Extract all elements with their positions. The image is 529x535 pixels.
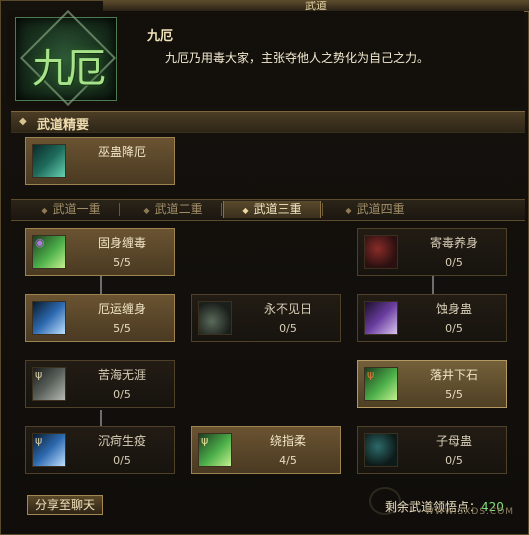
skill-node[interactable]: ψ 绕指柔 4/5: [191, 426, 341, 474]
skill-node[interactable]: ψ 落井下石 5/5: [357, 360, 507, 408]
skill-node[interactable]: 永不见日 0/5: [191, 294, 341, 342]
tab-bullet-icon: ◆: [345, 206, 352, 215]
skill-level: 0/5: [445, 454, 463, 467]
skill-level: 0/5: [445, 322, 463, 335]
essence-section-label: 武道精要: [37, 118, 90, 133]
share-to-chat-button[interactable]: 分享至聊天: [27, 495, 103, 515]
dark-shadow-icon: [198, 301, 232, 335]
skill-level: 4/5: [279, 454, 297, 467]
green-hand-icon: ψ: [364, 367, 398, 401]
tab-tier-3[interactable]: ◆ 武道三重: [223, 201, 321, 218]
school-name: 九厄: [147, 29, 174, 44]
skill-node[interactable]: ◉ 固身缠毒 5/5: [25, 228, 175, 276]
tab-tier-1[interactable]: ◆ 武道一重: [23, 201, 119, 218]
skill-name: 蚀身蛊: [435, 302, 472, 316]
skill-level: 0/5: [113, 454, 131, 467]
bullet-icon: ◆: [19, 116, 27, 127]
skill-connector: [100, 410, 102, 426]
tab-tier-4[interactable]: ◆ 武道四重: [327, 201, 423, 218]
green-spirit-icon: [32, 144, 66, 178]
skill-level: 0/5: [113, 388, 131, 401]
gray-claw-icon: ψ: [32, 367, 66, 401]
purple-gauntlet-icon: [364, 301, 398, 335]
skill-name: 巫蛊降厄: [97, 145, 146, 159]
tab-divider: [322, 203, 323, 216]
skill-name: 寄毒养身: [429, 236, 478, 250]
skill-level: 0/5: [445, 256, 463, 269]
school-emblem: 九厄: [15, 9, 117, 107]
skill-node[interactable]: 子母蛊 0/5: [357, 426, 507, 474]
skill-connector: [100, 276, 102, 294]
emblem-calligraphy: 九厄: [32, 46, 106, 92]
black-teal-orb-icon: [364, 433, 398, 467]
tab-bullet-icon: ◆: [242, 206, 249, 215]
skill-node[interactable]: ψ 苦海无涯 0/5: [25, 360, 175, 408]
skill-level: 0/5: [279, 322, 297, 335]
skill-node[interactable]: ψ 沉疴生疫 0/5: [25, 426, 175, 474]
essence-section-header: ◆ 武道精要: [11, 111, 525, 133]
skill-node[interactable]: 蚀身蛊 0/5: [357, 294, 507, 342]
skill-name: 子母蛊: [435, 434, 472, 448]
blue-slash-icon: ψ: [32, 433, 66, 467]
purple-vine-icon: ◉: [32, 235, 66, 269]
skill-level: 5/5: [445, 388, 463, 401]
skill-connector: [432, 276, 434, 294]
skill-node[interactable]: 寄毒养身 0/5: [357, 228, 507, 276]
martial-arts-window: 武道 九厄 九厄 九厄乃用毒大家，主张夺他人之势化为自己之力。 ◆ 武道精要 巫…: [0, 0, 529, 535]
watermark-text: WWW.SXDS.COM: [425, 507, 515, 517]
skill-name: 厄运缠身: [97, 302, 146, 316]
red-cauldron-icon: [364, 235, 398, 269]
school-description: 九厄乃用毒大家，主张夺他人之势化为自己之力。: [165, 51, 430, 65]
skill-name: 永不见日: [263, 302, 312, 316]
tab-divider: [119, 203, 120, 216]
skill-name: 落井下石: [429, 368, 478, 382]
green-claw-icon: ψ: [198, 433, 232, 467]
tab-bullet-icon: ◆: [143, 206, 150, 215]
skill-name: 苦海无涯: [97, 368, 146, 382]
skill-name: 绕指柔: [269, 434, 306, 448]
blue-gauntlet-icon: [32, 301, 66, 335]
tab-divider: [221, 203, 222, 216]
skill-level: 5/5: [113, 256, 131, 269]
tab-bullet-icon: ◆: [41, 206, 48, 215]
tier-tabs: ◆ 武道一重 ◆ 武道二重 ◆ 武道三重 ◆ 武道四重: [11, 199, 525, 221]
skill-node[interactable]: 厄运缠身 5/5: [25, 294, 175, 342]
skill-level: 5/5: [113, 322, 131, 335]
tab-tier-2[interactable]: ◆ 武道二重: [125, 201, 221, 218]
essence-skill[interactable]: 巫蛊降厄: [25, 137, 175, 185]
skill-name: 沉疴生疫: [97, 434, 146, 448]
skill-name: 固身缠毒: [97, 236, 146, 250]
